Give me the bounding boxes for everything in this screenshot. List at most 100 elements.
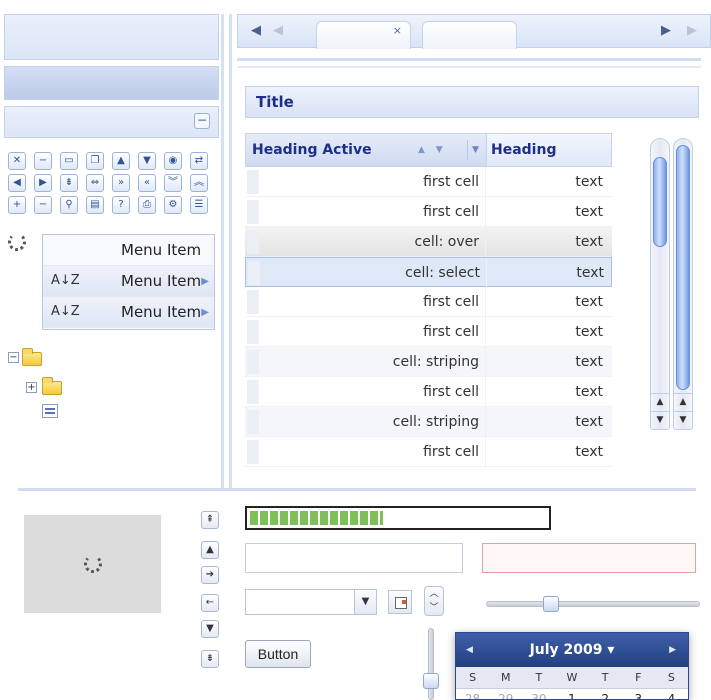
- table-cell[interactable]: text: [485, 437, 603, 467]
- spinner-stepper[interactable]: ︿ ﹀: [424, 586, 444, 616]
- table-row[interactable]: first cell text: [245, 437, 612, 467]
- calendar-day[interactable]: 3: [622, 689, 655, 699]
- table-cell[interactable]: cell: over: [259, 227, 479, 257]
- table-row[interactable]: cell: over text: [245, 227, 612, 257]
- table-cell[interactable]: cell: striping: [259, 347, 479, 377]
- arrow-up-icon[interactable]: ▲: [201, 541, 219, 559]
- table-cell[interactable]: text: [485, 347, 603, 377]
- double-down-icon[interactable]: ︾: [164, 174, 182, 192]
- arrow-left-icon[interactable]: ←: [201, 594, 219, 612]
- plus-icon[interactable]: +: [8, 196, 26, 214]
- table-cell[interactable]: cell: select: [260, 258, 480, 288]
- menu-item[interactable]: A↓Z Menu Item ▶: [43, 297, 214, 328]
- table-cell[interactable]: text: [485, 287, 603, 317]
- column-menu-button[interactable]: ▼: [467, 140, 483, 160]
- tab-inactive[interactable]: [422, 21, 517, 49]
- close-icon[interactable]: ✕: [8, 152, 26, 170]
- vertical-scrollbar-active[interactable]: ▲ ▼: [673, 138, 693, 430]
- double-right-icon[interactable]: »: [112, 174, 130, 192]
- unpin-icon[interactable]: ⇔: [86, 174, 104, 192]
- table-cell[interactable]: text: [485, 377, 603, 407]
- horizontal-slider[interactable]: [486, 596, 700, 612]
- table-cell[interactable]: text: [485, 407, 603, 437]
- vertical-slider-thumb[interactable]: [423, 673, 439, 689]
- text-field[interactable]: [245, 543, 463, 573]
- calendar-day[interactable]: 2: [589, 689, 622, 699]
- calendar-day[interactable]: 1: [555, 689, 588, 699]
- refresh-icon[interactable]: ⇄: [190, 152, 208, 170]
- vertical-slider[interactable]: [423, 628, 439, 700]
- menu-item[interactable]: A↓Z Menu Item ▶: [43, 266, 214, 297]
- collapse-up-icon[interactable]: ▲: [112, 152, 130, 170]
- scroll-down-button[interactable]: ▼: [651, 411, 669, 427]
- table-cell[interactable]: cell: striping: [259, 407, 479, 437]
- invalid-text-field[interactable]: [482, 543, 696, 573]
- next-month-button[interactable]: ▶: [669, 633, 676, 667]
- folder-icon[interactable]: [42, 377, 62, 395]
- scroll-bottom-icon[interactable]: ⇟: [201, 650, 219, 668]
- table-cell[interactable]: first cell: [259, 287, 479, 317]
- minus-icon[interactable]: −: [34, 196, 52, 214]
- arrow-down-icon[interactable]: ▼: [201, 620, 219, 638]
- table-cell[interactable]: first cell: [259, 317, 479, 347]
- table-row[interactable]: first cell text: [245, 197, 612, 227]
- combo-trigger-icon[interactable]: ▼: [354, 590, 376, 614]
- vertical-splitter[interactable]: [221, 14, 224, 488]
- search-icon[interactable]: ⚲: [60, 196, 78, 214]
- scroll-up-button[interactable]: ▲: [651, 393, 669, 409]
- table-row[interactable]: first cell text: [245, 317, 612, 347]
- table-row[interactable]: cell: striping text: [245, 407, 612, 437]
- table-cell[interactable]: text: [486, 258, 604, 288]
- help-icon[interactable]: ?: [112, 196, 130, 214]
- scroll-down-button-2[interactable]: ▼: [674, 411, 692, 427]
- table-row[interactable]: first cell text: [245, 377, 612, 407]
- calendar-day[interactable]: 4: [655, 689, 688, 699]
- tree-expand-toggle[interactable]: +: [26, 382, 37, 393]
- menu-item[interactable]: Menu Item: [43, 235, 214, 266]
- tab-active[interactable]: ×: [316, 21, 411, 49]
- folder-open-icon[interactable]: [22, 348, 42, 366]
- globe-icon[interactable]: ◉: [164, 152, 182, 170]
- sort-arrows-icon[interactable]: ▲ ▼: [418, 134, 447, 166]
- double-left-icon[interactable]: «: [138, 174, 156, 192]
- scroll-tabs-left-button[interactable]: ◀: [248, 23, 264, 39]
- right-icon[interactable]: ▶: [34, 174, 52, 192]
- list-icon[interactable]: ☰: [190, 196, 208, 214]
- spin-up-icon[interactable]: ︿: [425, 587, 443, 601]
- table-row[interactable]: cell: striping text: [245, 347, 612, 377]
- tree-leaf-icon[interactable]: [42, 404, 58, 418]
- left-icon[interactable]: ◀: [8, 174, 26, 192]
- slider-thumb[interactable]: [543, 596, 559, 612]
- grid-header-column[interactable]: Heading: [486, 134, 611, 166]
- table-row[interactable]: first cell text: [245, 287, 612, 317]
- scroll-top-icon[interactable]: ⇞: [201, 511, 219, 529]
- table-cell[interactable]: first cell: [259, 167, 479, 197]
- tab-close-icon[interactable]: ×: [393, 24, 402, 37]
- scroll-tabs-right-button[interactable]: ▶: [658, 23, 674, 39]
- expand-down-icon[interactable]: ▼: [138, 152, 156, 170]
- table-cell[interactable]: first cell: [259, 377, 479, 407]
- vertical-scrollbar[interactable]: ▲ ▼: [650, 138, 670, 430]
- restore-icon[interactable]: ❐: [86, 152, 104, 170]
- double-up-icon[interactable]: ︽: [190, 174, 208, 192]
- scrollbar-thumb-active[interactable]: [676, 145, 690, 390]
- calendar-day[interactable]: 28: [456, 689, 489, 699]
- scrollbar-thumb[interactable]: [653, 157, 667, 247]
- table-cell[interactable]: text: [485, 227, 603, 257]
- save-icon[interactable]: ▤: [86, 196, 104, 214]
- table-cell[interactable]: first cell: [259, 437, 479, 467]
- button[interactable]: Button: [245, 640, 311, 668]
- calendar-day[interactable]: 30: [522, 689, 555, 699]
- horizontal-splitter[interactable]: [18, 488, 696, 491]
- table-row[interactable]: cell: select text: [245, 257, 612, 288]
- scroll-up-button-2[interactable]: ▲: [674, 393, 692, 409]
- print-icon[interactable]: ⎙: [138, 196, 156, 214]
- date-picker-icon[interactable]: [388, 590, 412, 614]
- table-cell[interactable]: text: [485, 197, 603, 227]
- calendar-day[interactable]: 29: [489, 689, 522, 699]
- table-cell[interactable]: text: [485, 317, 603, 347]
- arrow-right-icon[interactable]: ➔: [201, 566, 219, 584]
- tree-collapse-toggle[interactable]: −: [8, 352, 19, 363]
- combo-box[interactable]: ▼: [245, 589, 377, 615]
- collapse-button[interactable]: −: [194, 113, 210, 129]
